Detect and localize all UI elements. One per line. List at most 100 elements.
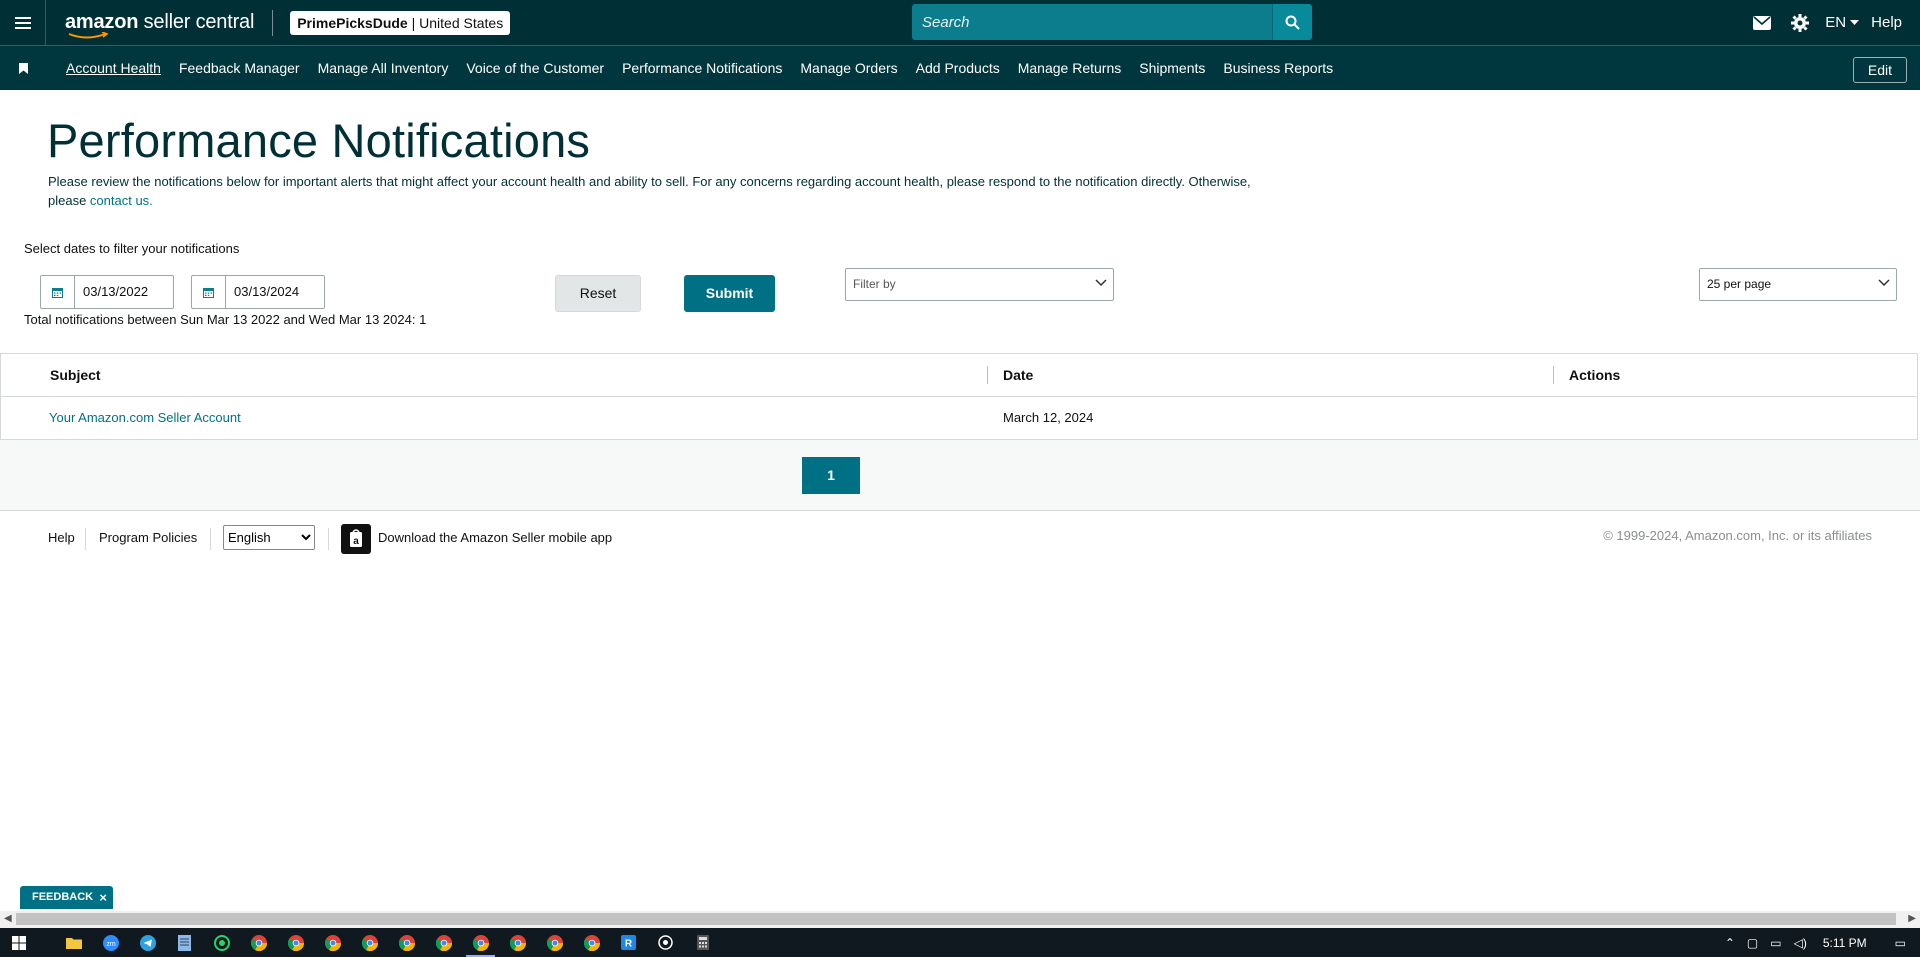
help-link[interactable]: Help bbox=[1871, 14, 1902, 31]
nav-item-performance-notifications[interactable]: Performance Notifications bbox=[622, 60, 782, 76]
chrome-icon[interactable] bbox=[351, 928, 388, 957]
nav-bar: Account Health Feedback Manager Manage All… bbox=[0, 46, 1920, 90]
nav-item-manage-returns[interactable]: Manage Returns bbox=[1018, 60, 1122, 76]
mail-icon[interactable] bbox=[1743, 0, 1781, 45]
amazon-seller-app-icon[interactable]: a bbox=[341, 524, 371, 554]
table-header: Subject Date Actions bbox=[1, 354, 1917, 397]
date-filter-label: Select dates to filter your notification… bbox=[24, 241, 240, 256]
nav-item-business-reports[interactable]: Business Reports bbox=[1223, 60, 1333, 76]
pagination: 1 bbox=[0, 440, 1920, 511]
footer-divider bbox=[210, 528, 211, 550]
chevron-down-icon bbox=[1095, 279, 1107, 287]
search-input[interactable] bbox=[912, 4, 1272, 40]
notifications-icon[interactable]: ▭ bbox=[1895, 936, 1906, 950]
nav-item-manage-all-inventory[interactable]: Manage All Inventory bbox=[318, 60, 449, 76]
horizontal-scrollbar[interactable]: ◀ ▶ bbox=[0, 911, 1920, 928]
nav-items: Account Health Feedback Manager Manage All… bbox=[66, 60, 1351, 76]
nav-item-feedback-manager[interactable]: Feedback Manager bbox=[179, 60, 300, 76]
app-icon-r[interactable]: R bbox=[610, 928, 647, 957]
chevron-up-icon[interactable]: ⌃ bbox=[1725, 936, 1735, 950]
footer-language-select[interactable]: English bbox=[223, 525, 315, 550]
file-explorer-icon[interactable] bbox=[55, 928, 92, 957]
system-tray: ⌃ ▢ ▭ ◁) 5:11 PM ▭ bbox=[1719, 928, 1920, 957]
feedback-button[interactable]: FEEDBACK × bbox=[20, 886, 113, 909]
filter-by-placeholder: Filter by bbox=[853, 277, 896, 291]
nav-item-add-products[interactable]: Add Products bbox=[916, 60, 1000, 76]
nav-item-shipments[interactable]: Shipments bbox=[1139, 60, 1205, 76]
column-divider bbox=[987, 366, 988, 384]
scroll-right-arrow-icon[interactable]: ▶ bbox=[1908, 913, 1916, 924]
page-description: Please review the notifications below fo… bbox=[48, 172, 1278, 210]
nav-item-account-health[interactable]: Account Health bbox=[66, 60, 161, 76]
start-date-value: 03/13/2022 bbox=[83, 284, 149, 299]
volume-icon[interactable]: ◁) bbox=[1794, 936, 1807, 950]
notifications-table: Subject Date Actions Your Amazon.com Sel… bbox=[0, 353, 1918, 440]
account-switcher[interactable]: PrimePicksDude | United States bbox=[290, 10, 511, 35]
github-icon[interactable] bbox=[647, 928, 684, 957]
contact-us-link[interactable]: contact us. bbox=[90, 193, 153, 208]
network-icon[interactable]: ▭ bbox=[1770, 936, 1781, 950]
scroll-left-arrow-icon[interactable]: ◀ bbox=[4, 913, 12, 924]
chrome-icon[interactable] bbox=[277, 928, 314, 957]
edit-nav-button[interactable]: Edit bbox=[1852, 57, 1907, 83]
per-page-dropdown[interactable]: 25 per page bbox=[1699, 268, 1897, 301]
header-utilities: EN Help bbox=[1743, 0, 1920, 45]
footer-program-policies-link[interactable]: Program Policies bbox=[99, 530, 197, 545]
calendar-icon[interactable] bbox=[41, 276, 75, 308]
chrome-icon-active[interactable] bbox=[462, 928, 499, 957]
chrome-icon[interactable] bbox=[240, 928, 277, 957]
clock-time[interactable]: 5:11 PM bbox=[1823, 936, 1867, 950]
chrome-icon[interactable] bbox=[573, 928, 610, 957]
calculator-icon[interactable] bbox=[684, 928, 721, 957]
nav-item-manage-orders[interactable]: Manage Orders bbox=[800, 60, 897, 76]
amazon-smile-icon bbox=[68, 32, 109, 39]
chevron-down-icon bbox=[1878, 279, 1890, 287]
chrome-icon[interactable] bbox=[425, 928, 462, 957]
language-code: EN bbox=[1825, 14, 1847, 31]
total-notifications-text: Total notifications between Sun Mar 13 2… bbox=[24, 312, 427, 327]
chrome-icon[interactable] bbox=[388, 928, 425, 957]
svg-text:R: R bbox=[625, 939, 633, 950]
chrome-icon[interactable] bbox=[499, 928, 536, 957]
telegram-icon[interactable] bbox=[129, 928, 166, 957]
amazon-seller-central-logo[interactable]: amazon seller central bbox=[65, 11, 254, 39]
footer-help-link[interactable]: Help bbox=[48, 530, 75, 545]
top-header: amazon seller central PrimePicksDude | U… bbox=[0, 0, 1920, 46]
close-icon[interactable]: × bbox=[99, 886, 107, 909]
windows-taskbar: zm R ⌃ ▢ ▭ ◁) 5:11 PM ▭ bbox=[0, 928, 1920, 957]
description-text: Please review the notifications below fo… bbox=[48, 174, 1251, 208]
calendar-icon[interactable] bbox=[192, 276, 226, 308]
filter-by-dropdown[interactable]: Filter by bbox=[845, 268, 1114, 301]
svg-text:a: a bbox=[353, 536, 359, 547]
zoom-app-icon[interactable]: zm bbox=[92, 928, 129, 957]
column-header-actions: Actions bbox=[1569, 367, 1621, 383]
chrome-icon[interactable] bbox=[314, 928, 351, 957]
notification-subject-link[interactable]: Your Amazon.com Seller Account bbox=[49, 397, 241, 439]
windows-start-icon[interactable] bbox=[0, 928, 37, 957]
end-date-field[interactable]: 03/13/2024 bbox=[191, 275, 325, 309]
submit-button[interactable]: Submit bbox=[684, 275, 775, 312]
nav-item-voice-of-the-customer[interactable]: Voice of the Customer bbox=[466, 60, 604, 76]
search-button[interactable] bbox=[1272, 4, 1312, 40]
table-row: Your Amazon.com Seller Account March 12,… bbox=[1, 397, 1917, 439]
settings-gear-icon[interactable] bbox=[1781, 0, 1819, 45]
column-header-subject[interactable]: Subject bbox=[50, 354, 101, 396]
download-app-link[interactable]: Download the Amazon Seller mobile app bbox=[378, 530, 612, 545]
menu-icon[interactable] bbox=[0, 0, 46, 45]
notepad-icon[interactable] bbox=[166, 928, 203, 957]
feedback-label: FEEDBACK bbox=[32, 891, 94, 903]
logo-divider bbox=[272, 9, 274, 36]
page-button-current[interactable]: 1 bbox=[802, 457, 860, 494]
whatsapp-icon[interactable] bbox=[203, 928, 240, 957]
column-divider bbox=[1553, 366, 1554, 384]
per-page-value: 25 per page bbox=[1707, 277, 1772, 291]
language-selector[interactable]: EN bbox=[1825, 14, 1860, 31]
device-icon[interactable]: ▢ bbox=[1747, 936, 1758, 950]
reset-button[interactable]: Reset bbox=[555, 275, 641, 312]
column-header-date[interactable]: Date bbox=[1003, 354, 1033, 396]
bookmark-icon[interactable] bbox=[0, 46, 46, 90]
end-date-value: 03/13/2024 bbox=[234, 284, 300, 299]
start-date-field[interactable]: 03/13/2022 bbox=[40, 275, 174, 309]
scrollbar-thumb[interactable] bbox=[16, 913, 1896, 925]
chrome-icon[interactable] bbox=[536, 928, 573, 957]
